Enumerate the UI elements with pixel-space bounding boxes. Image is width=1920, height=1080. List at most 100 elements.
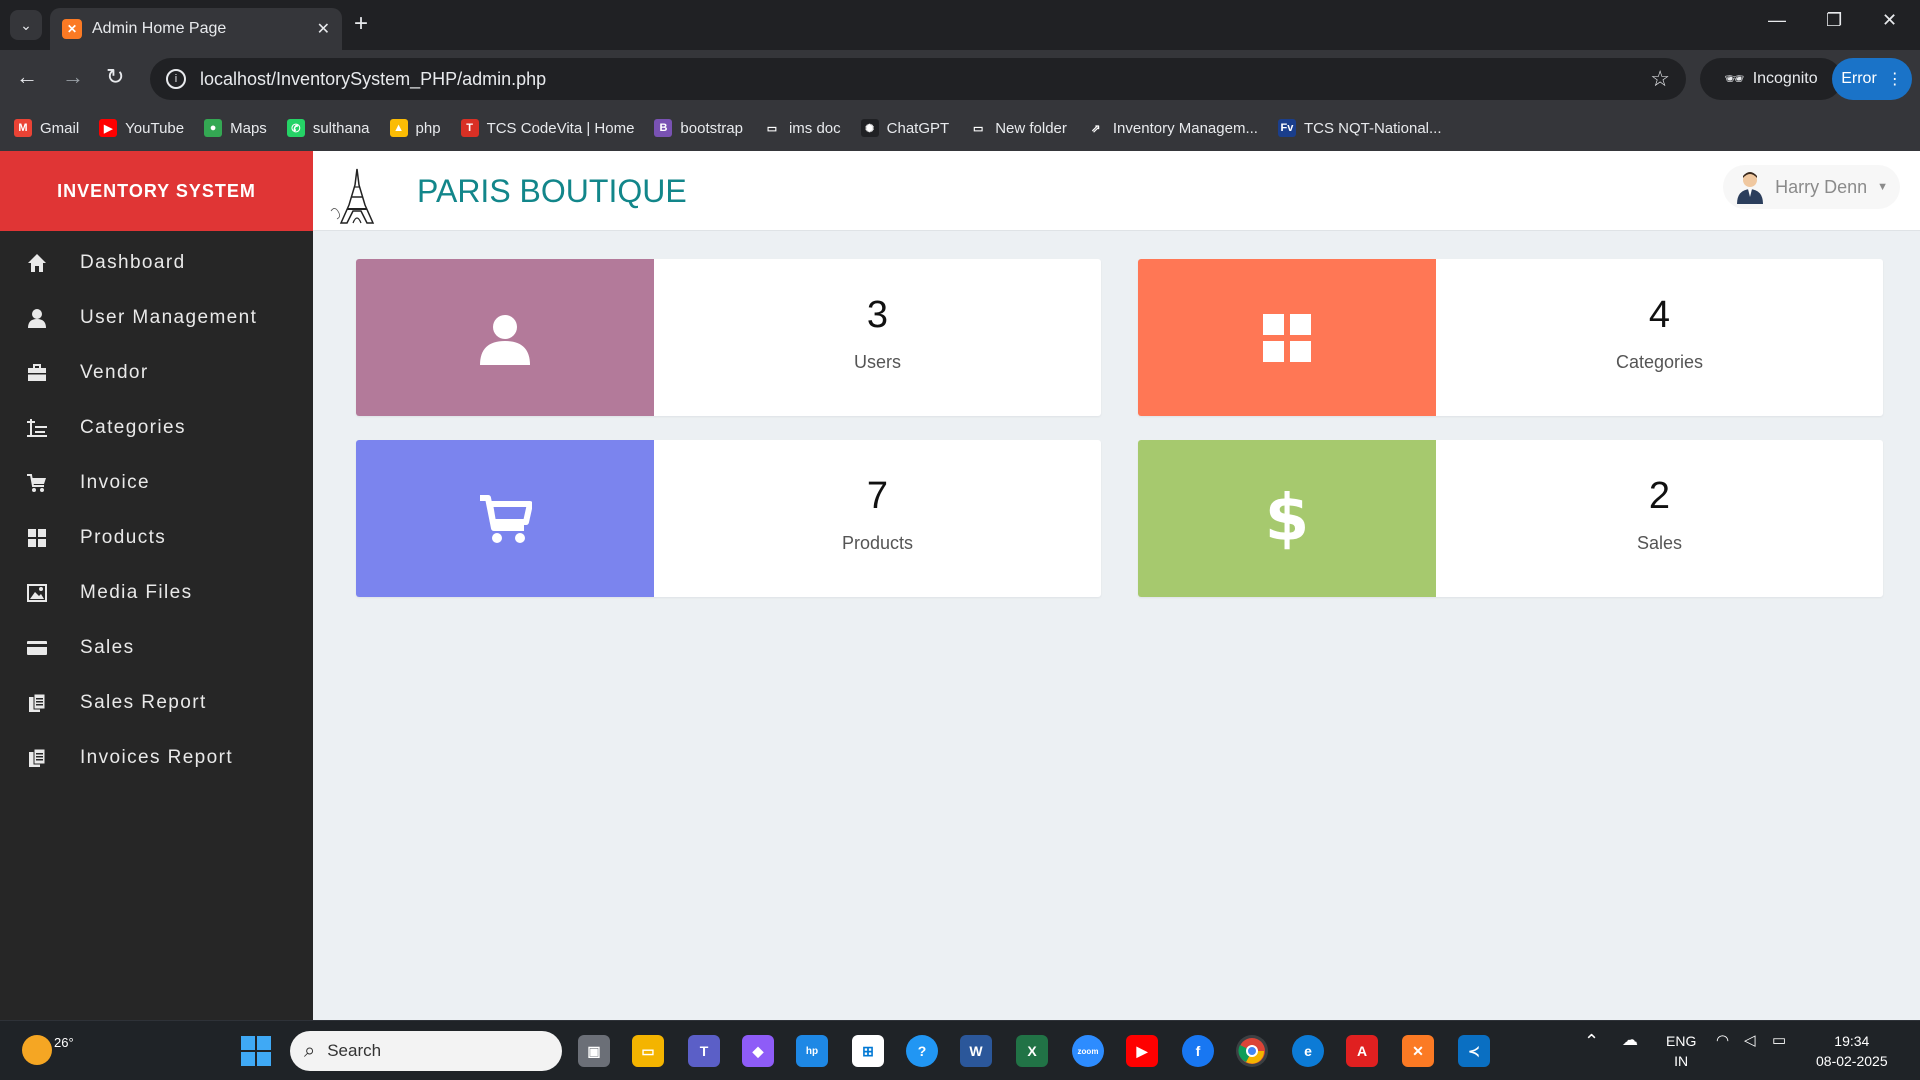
sidebar-item-sales-report[interactable]: Sales Report [0,679,313,727]
bookmark-item[interactable]: Fv TCS NQT-National... [1277,119,1442,137]
get-help-icon[interactable]: ? [906,1035,938,1067]
sidebar-nav: Dashboard User Management Vendor Categories… [0,231,313,1020]
sidebar-item-sales[interactable]: Sales [0,624,313,672]
facebook-icon[interactable]: f [1182,1035,1214,1067]
folder-icon: ▭ [972,122,984,135]
bookmark-item[interactable]: M Gmail [14,119,79,137]
bookmark-item[interactable]: ▶ YouTube [99,119,184,137]
sidebar-item-dashboard[interactable]: Dashboard [0,239,313,287]
wifi-icon[interactable]: ◠ [1716,1031,1729,1051]
windows-start-icon[interactable] [240,1035,272,1067]
language-indicator[interactable]: ENG IN [1666,1031,1696,1071]
tab-search-button[interactable]: ⌄ [10,10,42,40]
edge-icon[interactable]: e [1292,1035,1324,1067]
sales-count: 2 [1648,475,1671,517]
bookmark-item[interactable]: T TCS CodeVita | Home [460,119,635,137]
sidebar-item-label: Dashboard [80,252,186,273]
brand-title[interactable]: INVENTORY SYSTEM [0,151,313,231]
vscode-icon[interactable]: ≺ [1458,1035,1490,1067]
sidebar-item-label: Categories [80,417,186,438]
close-window-icon[interactable]: ✕ [1882,10,1897,31]
word-icon[interactable]: W [960,1035,992,1067]
sidebar-item-invoices-report[interactable]: Invoices Report [0,734,313,782]
user-avatar-icon [1737,172,1764,204]
bookmark-star-icon[interactable]: ☆ [1650,66,1670,92]
grid-icon [1263,313,1311,362]
minimize-icon[interactable]: — [1768,10,1786,31]
search-icon: ⌕ [304,1039,316,1062]
user-icon [26,307,48,329]
folder-icon: ▭ [766,122,778,135]
bookmark-item[interactable]: ✺ ChatGPT [860,119,949,137]
sidebar-item-categories[interactable]: Categories [0,404,313,452]
copilot-icon[interactable]: ◆ [742,1035,774,1067]
weather-widget[interactable]: 26° [22,1035,74,1065]
incognito-button[interactable]: 🕶 Incognito [1700,58,1842,100]
chrome-icon[interactable] [1236,1035,1268,1067]
xampp-icon[interactable]: ✕ [1402,1035,1434,1067]
onedrive-icon[interactable]: ☁ [1622,1031,1638,1051]
sales-label: Sales [1636,533,1683,553]
bookmark-item[interactable]: Bbootstrap [654,119,743,137]
zoom-icon[interactable]: zoom [1072,1035,1104,1067]
stat-card-categories[interactable]: 4 Categories [1138,259,1883,416]
admin-page: INVENTORY SYSTEM PARIS BOUTIQUE Harry De… [0,151,1920,1020]
briefcase-icon [26,362,48,384]
bookmark-item[interactable]: ● Maps [204,119,267,137]
sidebar-item-label: Vendor [80,362,149,383]
grid-icon [26,527,48,549]
clock[interactable]: 19:34 08-02-2025 [1816,1031,1888,1071]
sidebar-item-vendor[interactable]: Vendor [0,349,313,397]
ms-store-icon[interactable]: ⊞ [852,1035,884,1067]
stat-card-users[interactable]: 3 Users [356,259,1101,416]
stat-card-products[interactable]: 7 Products [356,440,1101,597]
url-text[interactable]: localhost/InventorySystem_PHP/admin.php [200,69,1650,90]
task-view-icon[interactable]: ▣ [578,1035,610,1067]
tray-chevron-icon[interactable]: ⌃ [1584,1031,1599,1051]
bookmark-label: YouTube [125,119,185,137]
bookmark-item[interactable]: ▭ ims doc [763,119,841,137]
youtube-app-icon[interactable]: ▶ [1126,1035,1158,1067]
user-menu-dropdown[interactable]: Harry Denn ▼ [1723,165,1900,209]
error-button[interactable]: Error ⋮ [1832,58,1912,100]
excel-icon[interactable]: X [1016,1035,1048,1067]
sidebar-item-invoice[interactable]: Invoice [0,459,313,507]
sidebar-item-media-files[interactable]: Media Files [0,569,313,617]
sidebar-item-products[interactable]: Products [0,514,313,562]
volume-icon[interactable]: ◁ [1744,1031,1756,1051]
bookmark-item[interactable]: ▲ php [389,119,441,137]
bookmark-label: ims doc [788,119,841,137]
users-card-color-block [356,259,654,416]
reload-icon[interactable]: ↻ [106,64,124,90]
sidebar-item-user-management[interactable]: User Management [0,294,313,342]
teams-icon[interactable]: T [688,1035,720,1067]
bookmark-label: php [415,119,441,137]
myhp-icon[interactable]: hp [796,1035,828,1067]
bookmark-item[interactable]: ✆ sulthana [286,119,370,137]
stat-card-sales[interactable]: $ 2 Sales [1138,440,1883,597]
back-icon[interactable]: ← [16,64,38,90]
browser-tab[interactable]: ✕ Admin Home Page ✕ [50,8,342,50]
file-explorer-icon[interactable]: ▭ [632,1035,664,1067]
products-card-color-block [356,440,654,597]
new-tab-button[interactable]: + [354,12,368,36]
tab-close-icon[interactable]: ✕ [317,19,330,39]
fv-icon: Fv [1277,119,1296,137]
site-info-icon[interactable]: i [166,69,186,89]
more-menu-icon[interactable]: ⋮ [1887,69,1903,89]
address-bar[interactable]: i localhost/InventorySystem_PHP/admin.ph… [150,58,1686,100]
bookmark-item[interactable]: ▭ New folder [969,119,1067,137]
battery-icon[interactable]: ▭ [1772,1031,1786,1051]
xampp-favicon-icon: ✕ [62,19,82,39]
bookmarks-bar: M Gmail ▶ YouTube ● Maps ✆ sulthana ▲ php T TCS Cod… [0,112,1462,144]
user-name: Harry Denn [1775,176,1868,197]
sidebar-item-label: User Management [80,307,258,328]
users-count: 3 [866,294,889,336]
taskbar-search-box[interactable]: ⌕ Search [290,1031,562,1071]
forward-icon[interactable]: → [62,64,84,90]
bookmark-item[interactable]: ⇗ Inventory Managem... [1087,119,1258,137]
tcs-icon: T [460,119,479,137]
restore-icon[interactable]: ❐ [1826,10,1842,31]
bookmark-label: TCS CodeVita | Home [486,119,635,137]
acrobat-icon[interactable]: A [1346,1035,1378,1067]
